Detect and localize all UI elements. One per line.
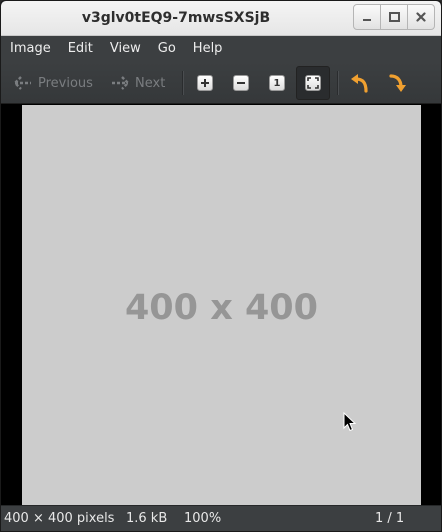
status-bar: 400 × 400 pixels 1.6 kB 100% 1 / 1 — [1, 505, 441, 531]
previous-button[interactable]: Previous — [12, 73, 93, 93]
image-viewer-window: v3glv0tEQ9-7mwsSXSjB Image Edit View Go … — [0, 0, 442, 532]
menu-edit[interactable]: Edit — [59, 36, 101, 62]
displayed-image[interactable]: 400 x 400 — [22, 105, 421, 505]
minimize-icon — [363, 19, 371, 21]
image-placeholder-text: 400 x 400 — [124, 288, 319, 328]
window-title: v3glv0tEQ9-7mwsSXSjB — [81, 10, 271, 26]
menu-help[interactable]: Help — [184, 36, 231, 62]
zoom-fit-button[interactable] — [296, 66, 330, 100]
maximize-button[interactable] — [380, 4, 408, 30]
rotate-right-button[interactable] — [385, 71, 409, 95]
next-label: Next — [135, 75, 166, 91]
minimize-button[interactable] — [353, 4, 381, 30]
menu-go[interactable]: Go — [149, 36, 184, 62]
zoom-normal-icon: 1 — [269, 75, 285, 91]
menu-view[interactable]: View — [101, 36, 149, 62]
toolbar: Previous Next 1 — [1, 62, 441, 104]
go-next-icon — [112, 76, 130, 90]
zoom-fit-icon — [305, 75, 321, 91]
status-dimensions: 400 × 400 pixels — [4, 511, 115, 526]
rotate-right-icon — [389, 74, 406, 92]
maximize-icon — [388, 12, 400, 22]
mouse-cursor-icon — [343, 412, 357, 432]
rotate-left-icon — [351, 74, 368, 93]
zoom-normal-button[interactable]: 1 — [265, 71, 289, 95]
image-viewport[interactable]: 400 x 400 — [1, 104, 441, 505]
rotate-left-button[interactable] — [348, 71, 372, 95]
status-zoom: 100% — [184, 511, 222, 526]
close-button[interactable] — [407, 4, 435, 30]
go-previous-icon — [13, 76, 31, 90]
status-page: 1 / 1 — [375, 511, 405, 526]
toolbar-separator — [337, 71, 339, 95]
status-file-size: 1.6 kB — [126, 511, 168, 526]
zoom-in-icon — [197, 75, 213, 91]
zoom-in-button[interactable] — [193, 71, 217, 95]
next-button[interactable]: Next — [109, 73, 165, 93]
zoom-out-icon — [233, 75, 249, 91]
title-bar[interactable]: v3glv0tEQ9-7mwsSXSjB — [1, 1, 441, 36]
toolbar-separator — [182, 71, 184, 95]
previous-label: Previous — [38, 75, 93, 91]
menu-image[interactable]: Image — [1, 36, 59, 62]
close-icon — [416, 12, 426, 22]
zoom-out-button[interactable] — [229, 71, 253, 95]
menu-bar: Image Edit View Go Help — [1, 36, 441, 62]
